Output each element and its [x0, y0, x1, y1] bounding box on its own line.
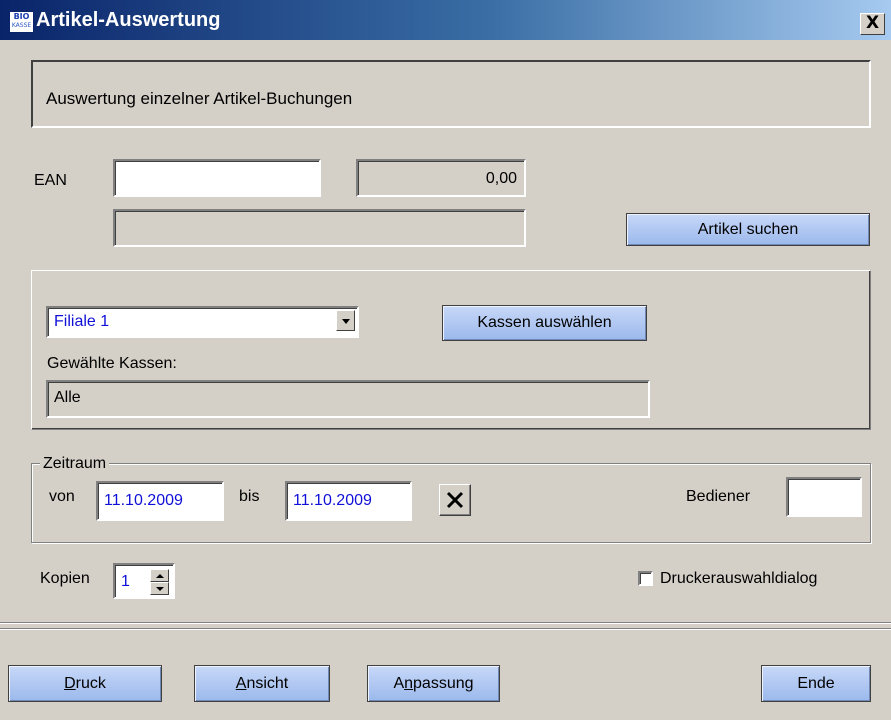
to-date-value: 11.10.2009 [293, 492, 372, 509]
search-article-button[interactable]: Artikel suchen [626, 213, 870, 246]
copies-label: Kopien [40, 570, 90, 587]
ean-input[interactable] [113, 159, 321, 197]
price-value: 0,00 [485, 170, 517, 187]
end-label: Ende [797, 675, 835, 692]
print-label: Druck [64, 675, 106, 692]
selected-registers-label: Gewählte Kassen: [47, 355, 177, 372]
x-icon [446, 491, 464, 509]
branch-select[interactable]: Filiale 1 [46, 306, 359, 338]
printer-dialog-label: Druckerauswahldialog [660, 570, 818, 587]
app-icon-text: BIO [13, 12, 30, 21]
search-article-label: Artikel suchen [697, 221, 799, 238]
from-date-input[interactable]: 11.10.2009 [96, 481, 224, 521]
customize-button[interactable]: Anpassung [367, 665, 500, 702]
from-date-value: 11.10.2009 [104, 492, 183, 509]
print-button[interactable]: Druck [8, 665, 162, 702]
header-panel: Auswertung einzelner Artikel-Buchungen [31, 60, 871, 128]
to-label: bis [239, 488, 260, 505]
header-text: Auswertung einzelner Artikel-Buchungen [46, 89, 353, 108]
select-registers-button[interactable]: Kassen auswählen [442, 305, 647, 341]
branch-select-value: Filiale 1 [54, 313, 110, 330]
title-bar[interactable]: BIO KASSE Artikel-Auswertung X [0, 0, 891, 40]
operator-label: Bediener [686, 488, 751, 505]
select-registers-label: Kassen auswählen [477, 314, 612, 331]
copies-spin-buttons[interactable] [150, 569, 169, 595]
article-description-field [113, 209, 526, 247]
view-label: Ansicht [235, 675, 289, 692]
app-icon: BIO KASSE [9, 11, 34, 33]
chevron-down-icon[interactable] [336, 310, 355, 331]
window-title: Artikel-Auswertung [36, 9, 221, 31]
to-date-input[interactable]: 11.10.2009 [285, 481, 412, 521]
operator-input[interactable] [786, 477, 862, 517]
view-button[interactable]: Ansicht [194, 665, 330, 702]
close-icon: X [865, 13, 880, 33]
customize-label: Anpassung [393, 675, 474, 692]
separator-highlight [0, 629, 891, 630]
ean-label: EAN [34, 172, 67, 189]
printer-dialog-checkbox[interactable] [638, 571, 653, 586]
separator-highlight [0, 623, 891, 624]
from-label: von [49, 488, 75, 505]
selected-registers-value: Alle [54, 389, 81, 406]
copies-value: 1 [121, 573, 130, 590]
price-field: 0,00 [356, 159, 526, 197]
period-legend: Zeitraum [40, 455, 110, 473]
arrow-up-icon[interactable] [150, 569, 169, 582]
end-button[interactable]: Ende [761, 665, 871, 702]
arrow-down-icon[interactable] [150, 582, 169, 595]
app-icon-subtext: KASSE [11, 22, 32, 29]
clear-period-button[interactable] [439, 484, 471, 516]
close-button[interactable]: X [860, 13, 885, 35]
selected-registers-field: Alle [46, 380, 650, 418]
copies-spinner[interactable]: 1 [113, 563, 175, 599]
